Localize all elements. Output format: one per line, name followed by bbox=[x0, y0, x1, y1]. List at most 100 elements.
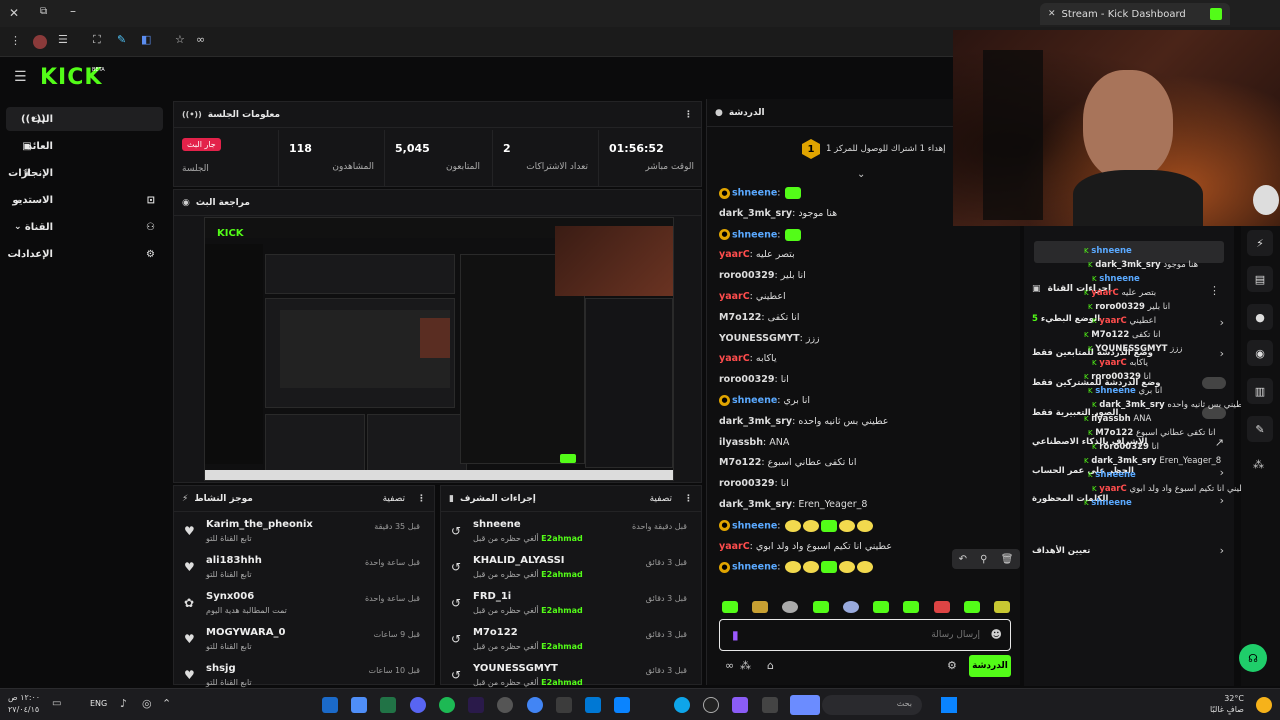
microphone-icon[interactable]: ▮ bbox=[732, 628, 739, 642]
menu-dots-icon[interactable]: ⋮ bbox=[10, 34, 21, 47]
chat-message[interactable]: ● shneene: bbox=[719, 228, 1019, 241]
mod-action-user[interactable]: FRD_1i bbox=[473, 591, 511, 602]
chat-bubble-icon[interactable]: ● bbox=[1247, 304, 1273, 330]
bookmark-star-icon[interactable]: ☆ bbox=[175, 33, 185, 46]
help-chat-icon[interactable]: ☊ bbox=[1239, 644, 1267, 672]
chat-message[interactable]: yaarC: ياكابه bbox=[719, 353, 1019, 364]
chat-message[interactable]: YOUNESSGMYT: ززز bbox=[719, 333, 1019, 344]
chrome-icon[interactable] bbox=[527, 697, 543, 713]
chevron-right-icon[interactable]: › bbox=[1220, 494, 1224, 507]
chat-message[interactable]: M7o122: انا تكفى عطاني اسبوع bbox=[719, 457, 1019, 468]
emote-icon[interactable] bbox=[993, 601, 1010, 613]
edge-icon[interactable] bbox=[674, 697, 690, 713]
external-link-icon[interactable]: ↗ bbox=[1215, 436, 1224, 449]
more-options-icon[interactable]: ⋮ bbox=[684, 494, 693, 504]
emote-icon[interactable] bbox=[812, 601, 829, 613]
weather-widget[interactable]: 32°C صافٍ غالبًا bbox=[1210, 693, 1244, 715]
emote-icon[interactable] bbox=[873, 601, 890, 613]
close-window-icon[interactable]: ✕ bbox=[9, 6, 19, 20]
reader-icon[interactable]: ∞ bbox=[196, 33, 205, 46]
chat-username[interactable]: shneene bbox=[732, 188, 777, 199]
apps-icon[interactable]: ⁂ bbox=[1253, 458, 1264, 471]
chat-settings-icon[interactable]: ⚙ bbox=[947, 659, 957, 672]
document-icon[interactable]: ▤ bbox=[1247, 266, 1273, 292]
hamburger-menu-icon[interactable]: ☰ bbox=[14, 69, 27, 85]
delete-icon[interactable]: 🗑 bbox=[1001, 554, 1014, 565]
browser-tab-active[interactable]: ✕ Stream - Kick Dashboard bbox=[1040, 3, 1230, 25]
moderator-name[interactable]: E2ahmad bbox=[541, 642, 583, 651]
broadcast-icon[interactable]: ◉ bbox=[1247, 340, 1273, 366]
chat-username[interactable]: M7o122 bbox=[719, 457, 761, 468]
emoji-icon[interactable]: ☻ bbox=[991, 628, 1002, 641]
chevron-up-icon[interactable]: ⌃ bbox=[162, 697, 171, 710]
filter-button[interactable]: تصفية bbox=[383, 494, 405, 504]
chat-message[interactable]: ● shneene: bbox=[719, 519, 1019, 532]
sidebar-item-channel[interactable]: ⌄ القناة ⚇ bbox=[6, 215, 163, 239]
pinned-goal[interactable]: 1 إهداء 1 اشتراك للوصول للمركز 1 bbox=[802, 139, 945, 159]
more-options-icon[interactable]: ⋮ bbox=[1209, 284, 1220, 297]
clock[interactable]: ١٢:٠٠ ص ٢٧/٠٤/١٥ bbox=[8, 692, 40, 716]
chatgpt-icon[interactable] bbox=[703, 697, 719, 713]
wrench-icon[interactable]: ✎ bbox=[1247, 416, 1273, 442]
lightning-icon[interactable]: ⚡ bbox=[1247, 230, 1273, 256]
app-icon[interactable] bbox=[351, 697, 367, 713]
chat-message-input[interactable] bbox=[750, 626, 980, 644]
windows-start-icon[interactable] bbox=[941, 697, 957, 713]
extension-icon[interactable]: ◧ bbox=[141, 33, 151, 46]
chat-message[interactable]: roro00329: انا bbox=[719, 478, 1019, 489]
chat-username[interactable]: roro00329 bbox=[719, 478, 774, 489]
sidebar-item-achievements[interactable]: ♛ الإنجازات bbox=[6, 161, 163, 185]
overlay-item-set-goals[interactable]: تعيين الأهداف bbox=[1032, 546, 1090, 556]
more-options-icon[interactable]: ⋮ bbox=[417, 494, 426, 504]
emote-icon[interactable] bbox=[752, 601, 769, 613]
filter-button[interactable]: تصفية bbox=[650, 494, 672, 504]
chat-username[interactable]: dark_3mk_sry bbox=[719, 499, 792, 510]
chat-message[interactable]: ilyassbh: ANA bbox=[719, 437, 1019, 448]
chat-message[interactable]: dark_3mk_sry: Eren_Yeager_8 bbox=[719, 499, 1019, 510]
reply-icon[interactable]: ↶ bbox=[959, 554, 967, 565]
chat-username[interactable]: ilyassbh bbox=[719, 437, 763, 448]
layout-icon[interactable]: ▥ bbox=[1247, 378, 1273, 404]
chevron-right-icon[interactable]: › bbox=[1220, 544, 1224, 557]
spotify-icon[interactable] bbox=[439, 697, 455, 713]
subscribers-only-toggle[interactable] bbox=[1202, 377, 1226, 389]
chat-message[interactable]: yaarC: اعطيني bbox=[719, 291, 1019, 302]
chat-message[interactable]: roro00329: انا bbox=[719, 374, 1019, 385]
chat-username[interactable]: yaarC bbox=[719, 249, 750, 260]
emote-icon[interactable] bbox=[842, 601, 859, 613]
emote-icon[interactable] bbox=[722, 601, 738, 613]
activity-user[interactable]: ali183hhh bbox=[206, 555, 262, 566]
mod-action-user[interactable]: KHALID_ALYASSI bbox=[473, 555, 565, 566]
notification-icon[interactable]: ▭ bbox=[52, 698, 61, 709]
emote-icon[interactable] bbox=[782, 601, 799, 613]
chat-message[interactable]: yaarC: بتصر عليه bbox=[719, 249, 1019, 260]
emote-icon[interactable] bbox=[933, 601, 950, 613]
chat-username[interactable]: yaarC bbox=[719, 353, 750, 364]
chat-username[interactable]: roro00329 bbox=[719, 270, 774, 281]
store-icon[interactable]: ⌂ bbox=[767, 659, 774, 672]
activity-user[interactable]: MOGYWARA_0 bbox=[206, 627, 285, 638]
microphone-icon[interactable]: ♪ bbox=[120, 697, 127, 710]
excel-icon[interactable] bbox=[380, 697, 396, 713]
chat-username[interactable]: shneene bbox=[732, 229, 777, 240]
apps-icon[interactable]: ⁂ bbox=[740, 659, 751, 672]
minimize-window-icon[interactable]: – bbox=[70, 4, 76, 18]
premiere-icon[interactable] bbox=[468, 697, 484, 713]
steam-icon[interactable] bbox=[322, 697, 338, 713]
app-icon[interactable] bbox=[556, 697, 572, 713]
discord-icon[interactable] bbox=[410, 697, 426, 713]
emote-icon[interactable] bbox=[963, 601, 980, 613]
screenshot-icon[interactable]: ⛶ bbox=[93, 33, 101, 47]
mod-action-user[interactable]: shneene bbox=[473, 519, 521, 530]
collapse-pinned-icon[interactable]: ⌄ bbox=[857, 169, 865, 180]
moderator-name[interactable]: E2ahmad bbox=[541, 570, 583, 579]
sidebar-item-revenue[interactable]: ▣ العائد bbox=[6, 134, 163, 158]
sidebar-item-broadcast[interactable]: ((•)) البث bbox=[6, 107, 163, 131]
chat-message[interactable]: dark_3mk_sry: عطيني بس ثانيه واحده bbox=[719, 416, 1019, 427]
chat-username[interactable]: roro00329 bbox=[719, 374, 774, 385]
chat-message[interactable]: ● shneene: انا بري bbox=[719, 395, 1019, 406]
mod-action-user[interactable]: M7o122 bbox=[473, 627, 518, 638]
link-icon[interactable]: ∞ bbox=[725, 659, 734, 672]
file-explorer-icon[interactable] bbox=[762, 697, 778, 713]
chat-username[interactable]: M7o122 bbox=[719, 312, 761, 323]
